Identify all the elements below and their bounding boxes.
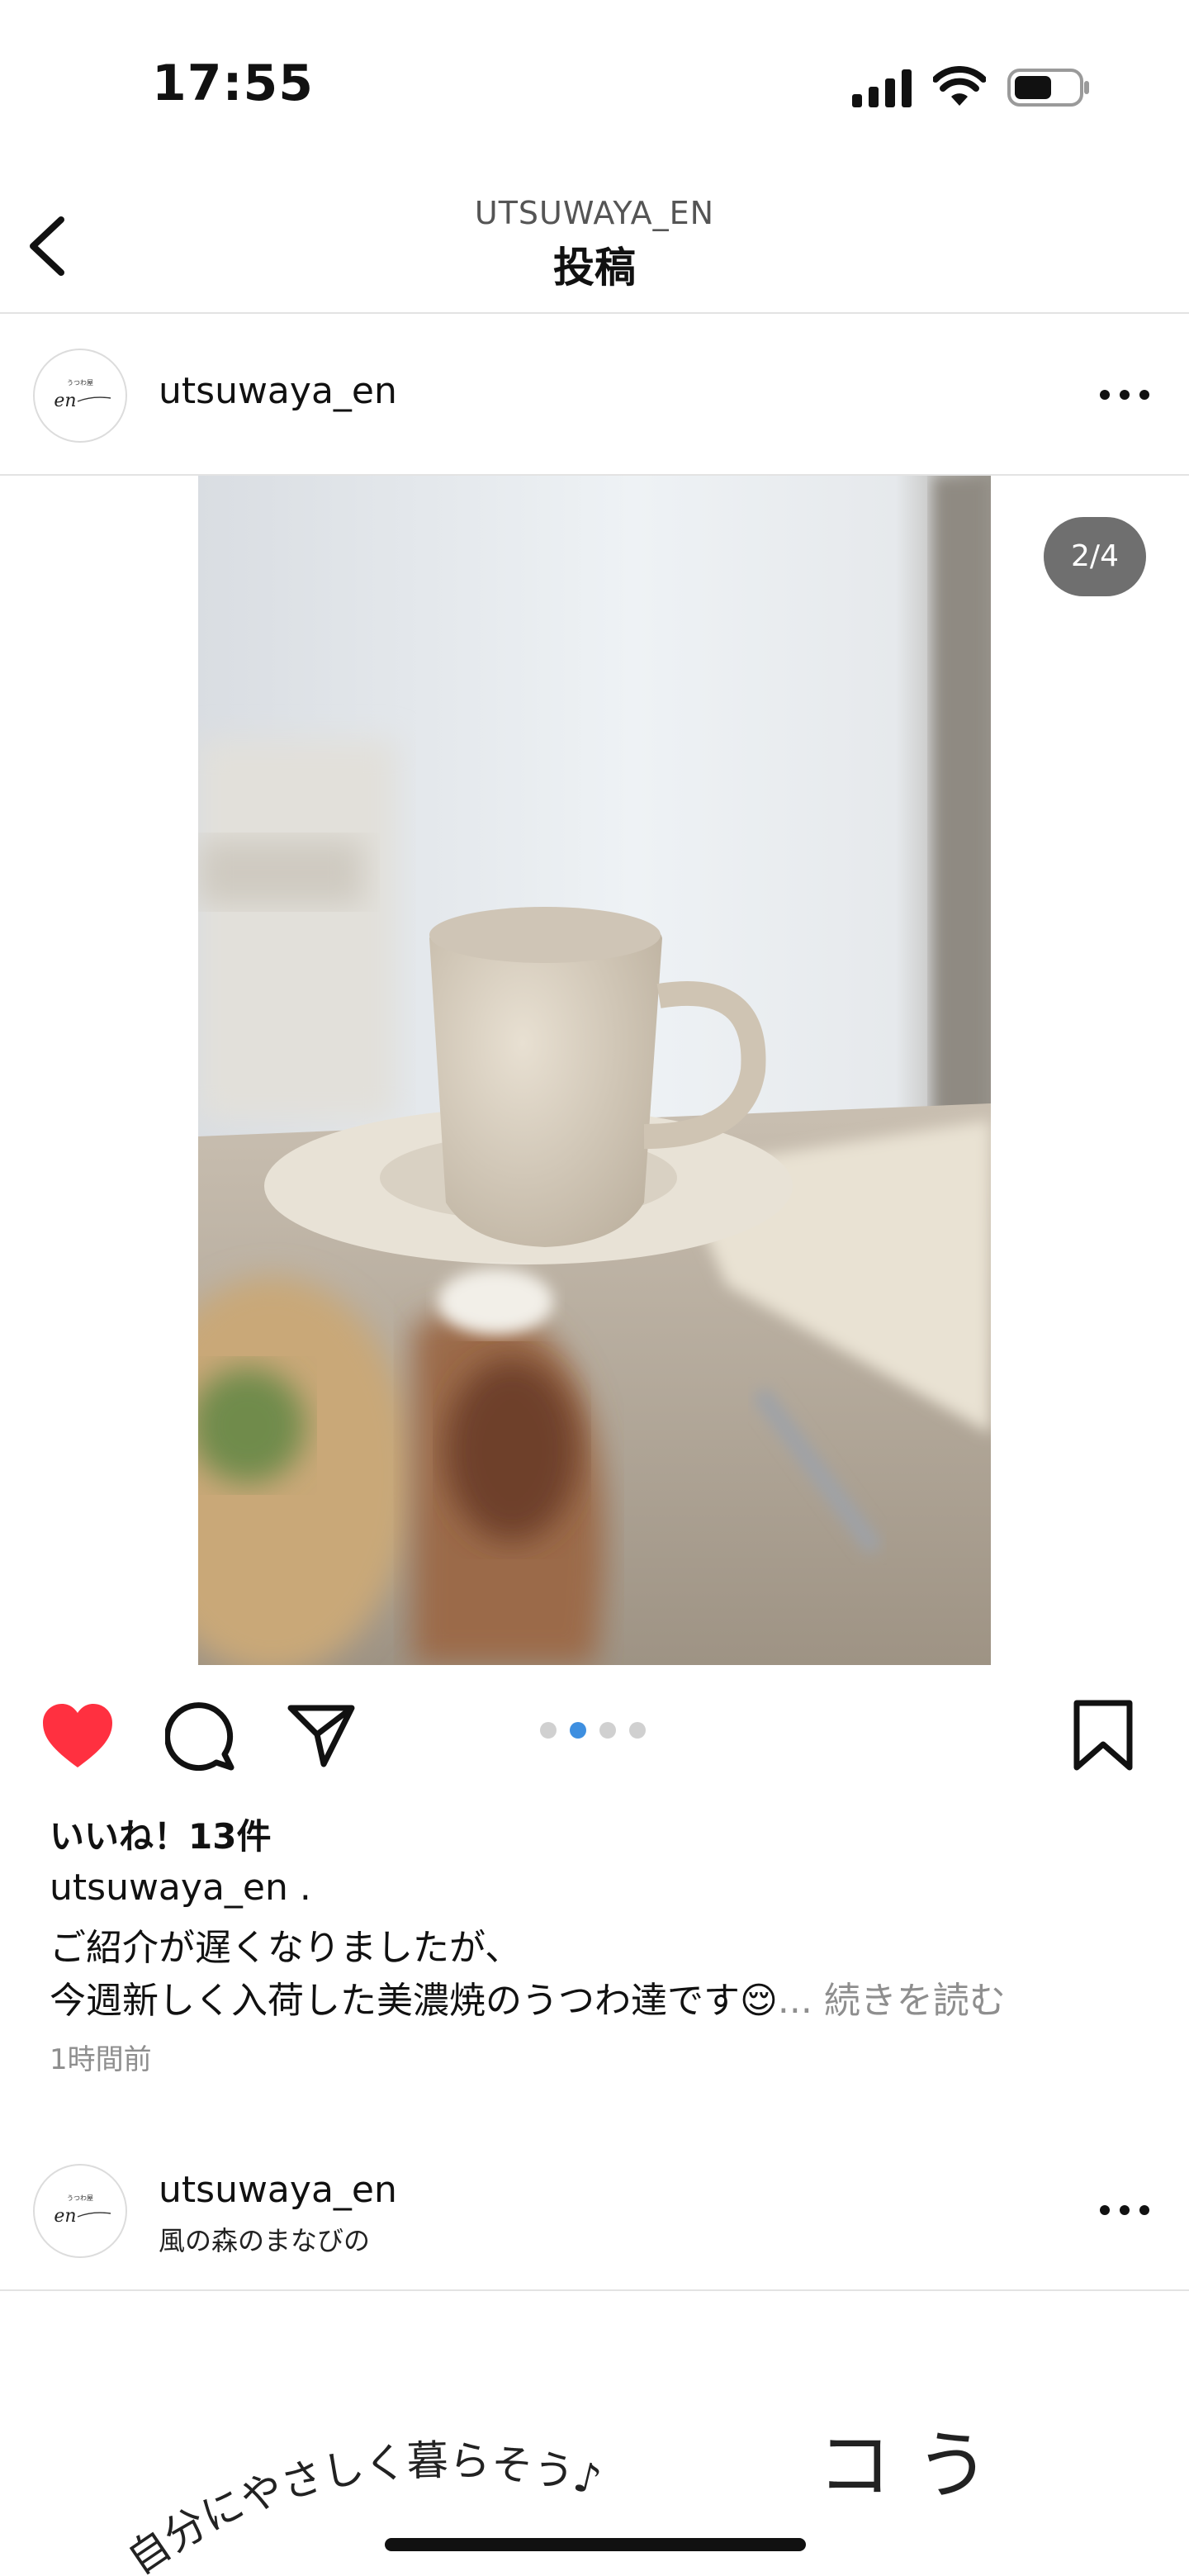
next-post-location[interactable]: 風の森のまなびの [159,2220,370,2258]
avatar-script-text: en [54,2206,76,2227]
avatar-small-text: うつわ屋 [67,379,93,387]
avatar-script-text: en [54,391,76,411]
status-time: 17:55 [152,55,314,112]
next-post-avatar[interactable]: うつわ屋 en [33,2164,127,2258]
post-timestamp: 1時間前 [50,2043,152,2076]
carousel-dot [599,1722,616,1739]
post-photo[interactable] [198,476,991,1665]
header-divider [0,312,1189,314]
caption-username[interactable]: utsuwaya_en [50,1867,288,1909]
carousel-dot [629,1722,646,1739]
avatar-small-text: うつわ屋 [67,2194,93,2202]
next-post-username[interactable]: utsuwaya_en [159,2169,397,2211]
more-options-icon[interactable] [1098,2202,1151,2218]
send-icon[interactable] [286,1700,357,1771]
next-post-divider [0,2289,1189,2291]
home-indicator[interactable] [385,2538,806,2551]
nav-account-name: UTSUWAYA_EN [474,195,715,231]
carousel-dot [540,1722,557,1739]
image-counter-badge: 2/4 [1044,517,1146,596]
cellular-signal-icon [852,69,912,107]
carousel-indicator [540,1722,659,1740]
comment-icon[interactable] [165,1700,236,1771]
post-username[interactable]: utsuwaya_en [159,370,397,412]
page-title: 投稿 [553,244,636,292]
likes-count[interactable]: いいね！13件 [50,1809,271,1859]
next-post-side-text: コ う [817,2422,990,2509]
avatar[interactable]: うつわ屋 en [33,349,127,443]
read-more-link[interactable]: ... 続きを読む [778,1980,1006,2022]
battery-icon [1007,69,1089,107]
caption-first-text: . [287,1867,311,1909]
carousel-dot-active [570,1722,586,1739]
wifi-icon [933,66,986,106]
caption-first-line: utsuwaya_en . [50,1867,311,1909]
next-post-arc-text: 自分にやさしく暮らそう♪ [119,2436,606,2576]
heart-icon[interactable] [40,1701,116,1771]
bookmark-icon[interactable] [1070,1700,1136,1772]
caption-line-with-more: 今週新しく入荷した美濃焼のうつわ達です😌... 続きを読む [50,1971,1006,2023]
more-options-icon[interactable] [1098,387,1151,403]
next-post-image[interactable]: 自分にやさしく暮らそう♪ コ う [0,2293,1189,2576]
caption-line: ご紹介が遅くなりましたが、 [50,1927,522,1969]
caption-line: 今週新しく入荷した美濃焼のうつわ達です😌 [50,1980,778,2022]
